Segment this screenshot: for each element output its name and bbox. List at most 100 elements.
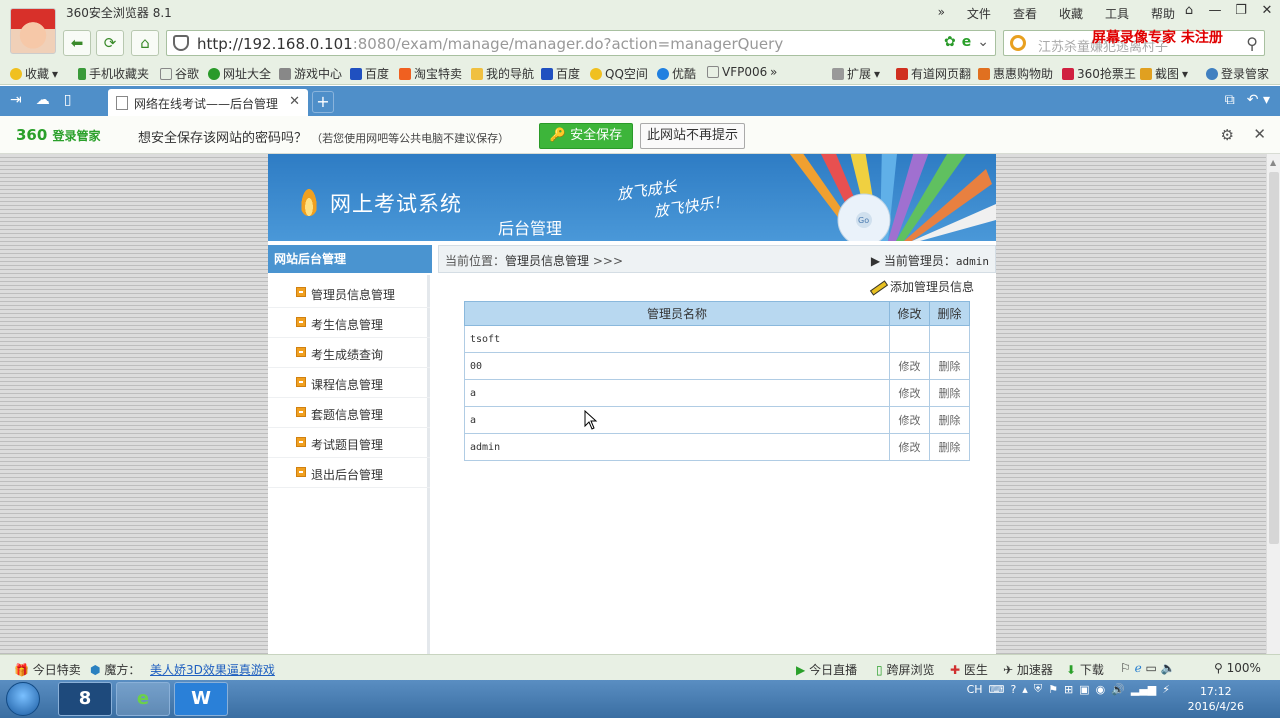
taskbar-app-8-icon[interactable]: 8 xyxy=(58,682,112,716)
user-avatar[interactable] xyxy=(10,8,56,54)
edit-link[interactable]: 修改 xyxy=(889,352,930,380)
delete-link[interactable]: 删除 xyxy=(929,379,970,407)
sidebar-item-score-query[interactable]: 考生成绩查询 xyxy=(268,338,430,368)
ext-ticket[interactable]: 360抢票王 xyxy=(1062,65,1136,82)
menu-expand-icon[interactable]: » xyxy=(938,5,945,22)
windows-icon[interactable]: ⊞ xyxy=(1064,683,1073,696)
close-tab-icon[interactable]: ✕ xyxy=(289,94,300,109)
ext-login-manager[interactable]: 登录管家 xyxy=(1206,65,1269,82)
sidebar-item-questions[interactable]: 考试题目管理 xyxy=(268,428,430,458)
menu-tools[interactable]: 工具 xyxy=(1105,5,1129,22)
ie-mode-icon[interactable]: e xyxy=(962,34,972,50)
power-icon[interactable]: ⚡ xyxy=(1162,683,1170,696)
bookmark-baidu-2[interactable]: 百度 xyxy=(541,65,580,82)
doctor-button[interactable]: ✚ 医生 xyxy=(950,661,988,678)
search-engine-icon[interactable] xyxy=(1010,35,1026,51)
search-icon[interactable]: ⚲ xyxy=(1246,34,1258,53)
ext-screenshot[interactable]: 截图 ▾ xyxy=(1140,65,1188,82)
close-window-icon[interactable]: ✕ xyxy=(1254,0,1280,22)
back-button[interactable]: ⬅ xyxy=(63,30,91,56)
taskbar-wps-icon[interactable]: W xyxy=(174,682,228,716)
menu-favorites[interactable]: 收藏 xyxy=(1059,5,1083,22)
undo-close-icon[interactable]: ↶ ▾ xyxy=(1247,92,1270,108)
address-bar[interactable]: http://192.168.0.101:8080/exam/manage/ma… xyxy=(166,30,996,56)
bookmark-mynav[interactable]: 我的导航 xyxy=(471,65,534,82)
ext-huihui[interactable]: 惠惠购物助 xyxy=(978,65,1053,82)
flag-icon[interactable]: ⚑ xyxy=(1048,683,1058,696)
bookmark-favorites[interactable]: 收藏 ▾ xyxy=(10,65,58,82)
bookmark-baidu[interactable]: 百度 xyxy=(350,65,389,82)
phone-icon[interactable]: ▯ xyxy=(64,92,72,108)
tray-expand-icon[interactable]: ▴ xyxy=(1022,683,1028,696)
sidebar-toggle-icon[interactable]: ⇥ xyxy=(10,92,22,108)
sidebar-item-course-info[interactable]: 课程信息管理 xyxy=(268,368,430,398)
bookmarks-more-icon[interactable]: » xyxy=(770,65,777,79)
delete-link[interactable] xyxy=(929,325,970,353)
vertical-scrollbar[interactable]: ▲ xyxy=(1266,154,1280,654)
scrollbar-thumb[interactable] xyxy=(1269,172,1279,544)
menu-view[interactable]: 查看 xyxy=(1013,5,1037,22)
tab-list-icon[interactable]: ⧉ xyxy=(1225,92,1235,108)
skin-icon[interactable]: ⌂ xyxy=(1176,0,1202,22)
bookmark-vfp006[interactable]: VFP006 xyxy=(707,65,767,79)
tab-active[interactable]: 网络在线考试——后台管理 ✕ xyxy=(108,89,308,116)
bookmark-taobao[interactable]: 淘宝特卖 xyxy=(399,65,462,82)
edit-link[interactable]: 修改 xyxy=(889,406,930,434)
chevron-down-icon[interactable]: ⌄ xyxy=(977,34,989,50)
loading-icon[interactable]: ✿ xyxy=(944,34,956,50)
volume-icon[interactable]: 🔊 xyxy=(1111,683,1125,696)
system-clock[interactable]: 17:12 2016/4/26 xyxy=(1188,684,1244,714)
shield-icon[interactable]: ⛨ xyxy=(1034,682,1042,696)
taskbar-360-browser-icon[interactable]: e xyxy=(116,682,170,716)
today-sale[interactable]: 🎁 今日特卖 xyxy=(14,661,81,678)
menu-help[interactable]: 帮助 xyxy=(1151,5,1175,22)
minimize-icon[interactable]: — xyxy=(1202,0,1228,22)
bookmark-games[interactable]: 游戏中心 xyxy=(279,65,342,82)
flag-icon[interactable]: ⚐ xyxy=(1120,661,1131,675)
ad-link[interactable]: 美人娇3D效果逼真游戏 xyxy=(150,661,275,678)
download-button[interactable]: ⬇ 下载 xyxy=(1066,661,1104,678)
language-indicator[interactable]: CH xyxy=(967,683,983,696)
sidebar-item-examinee-info[interactable]: 考生信息管理 xyxy=(268,308,430,338)
menu-file[interactable]: 文件 xyxy=(967,5,991,22)
zoom-level[interactable]: ⚲ 100% xyxy=(1214,661,1261,675)
add-admin-link[interactable]: 添加管理员信息 xyxy=(868,278,974,295)
bookmark-google[interactable]: 谷歌 xyxy=(160,65,199,82)
save-password-button[interactable]: 🔑 安全保存 xyxy=(539,123,633,149)
bookmark-qzone[interactable]: QQ空间 xyxy=(590,65,648,82)
help-icon[interactable]: ? xyxy=(1010,683,1016,696)
monitor-icon[interactable]: ▣ xyxy=(1079,683,1089,696)
delete-link[interactable]: 删除 xyxy=(929,433,970,461)
gear-icon[interactable]: ⚙ xyxy=(1221,126,1234,144)
refresh-button[interactable]: ⟳ xyxy=(96,30,124,56)
start-button[interactable] xyxy=(6,682,40,716)
live-button[interactable]: ▶ 今日直播 xyxy=(796,661,857,678)
address-url[interactable]: http://192.168.0.101:8080/exam/manage/ma… xyxy=(197,35,783,53)
close-icon[interactable]: ✕ xyxy=(1253,125,1266,143)
keyboard-icon[interactable]: ⌨ xyxy=(989,683,1005,696)
bookmark-youku[interactable]: 优酷 xyxy=(657,65,696,82)
sidebar-item-paper-set[interactable]: 套题信息管理 xyxy=(268,398,430,428)
edit-link[interactable] xyxy=(889,325,930,353)
security-shield-icon[interactable] xyxy=(173,35,189,51)
sidebar-item-admin-info[interactable]: 管理员信息管理 xyxy=(268,278,430,308)
extensions-button[interactable]: 扩展 ▾ xyxy=(832,65,880,82)
delete-link[interactable]: 删除 xyxy=(929,352,970,380)
speaker-icon[interactable]: 🔈 xyxy=(1161,661,1176,675)
window-icon[interactable]: ▭ xyxy=(1146,661,1157,675)
delete-link[interactable]: 删除 xyxy=(929,406,970,434)
edit-link[interactable]: 修改 xyxy=(889,433,930,461)
ie-icon[interactable]: ℯ xyxy=(1135,661,1142,675)
ext-youdao[interactable]: 有道网页翻 xyxy=(896,65,971,82)
restore-icon[interactable]: ❐ xyxy=(1228,0,1254,22)
bookmark-sites[interactable]: 网址大全 xyxy=(208,65,271,82)
bookmark-mobile[interactable]: 手机收藏夹 xyxy=(78,65,149,82)
qq-icon[interactable]: ◉ xyxy=(1096,683,1106,696)
accelerator-button[interactable]: ✈ 加速器 xyxy=(1003,661,1053,678)
scroll-up-icon[interactable]: ▲ xyxy=(1270,158,1276,167)
sidebar-item-logout[interactable]: 退出后台管理 xyxy=(268,458,430,488)
never-remind-button[interactable]: 此网站不再提示 xyxy=(640,123,745,149)
cloud-icon[interactable]: ☁ xyxy=(36,92,50,108)
network-icon[interactable]: ▂▄▆ xyxy=(1131,683,1156,696)
split-screen-button[interactable]: ▯ 跨屏浏览 xyxy=(876,661,934,678)
